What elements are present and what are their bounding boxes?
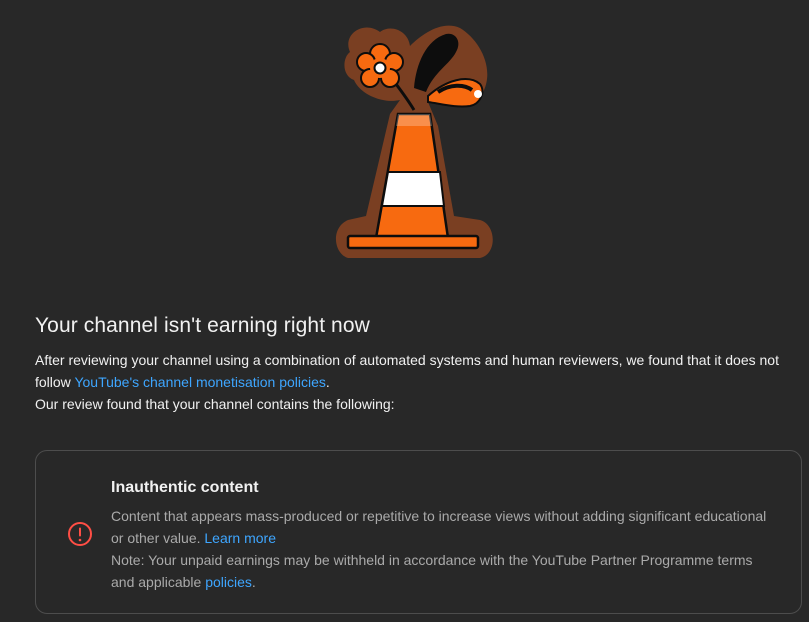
violation-details: Content that appears mass-produced or re… — [111, 505, 771, 593]
traffic-cone-illustration — [335, 25, 493, 258]
earnings-note: Note: Your unpaid earnings may be withhe… — [111, 552, 753, 590]
violation-card: Inauthentic content Content that appears… — [35, 450, 802, 614]
page-title: Your channel isn't earning right now — [35, 314, 370, 337]
violation-description: Content that appears mass-produced or re… — [111, 508, 767, 546]
violation-title: Inauthentic content — [111, 479, 259, 496]
petal-highlight — [474, 90, 482, 98]
review-summary: After reviewing your channel using a com… — [35, 352, 779, 390]
review-findings-intro: Our review found that your channel conta… — [35, 396, 395, 412]
error-circle-icon — [68, 522, 92, 546]
learn-more-link[interactable]: Learn more — [204, 530, 276, 546]
monetisation-policies-link[interactable]: YouTube's channel monetisation policies — [74, 374, 325, 390]
monetisation-status-page: Your channel isn't earning right now Aft… — [0, 0, 809, 622]
policies-link[interactable]: policies — [205, 574, 252, 590]
status-explanation: After reviewing your channel using a com… — [35, 349, 805, 415]
